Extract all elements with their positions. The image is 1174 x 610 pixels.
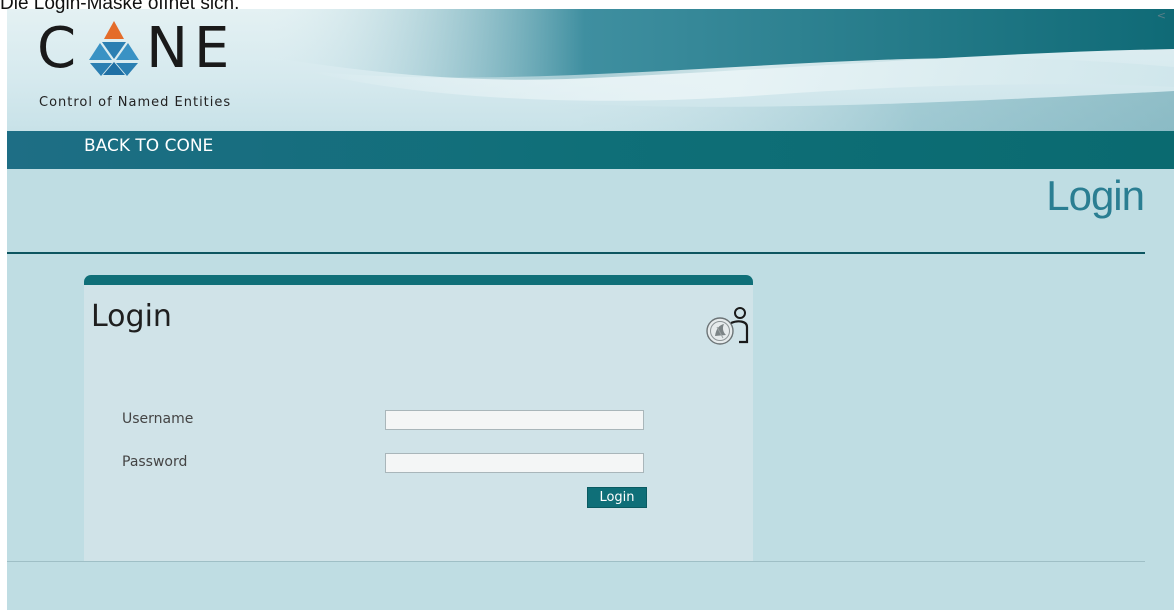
password-label: Password xyxy=(122,454,188,470)
username-input[interactable] xyxy=(385,410,644,430)
cone-login-page: C NE Control of Named Entities < BACK TO… xyxy=(7,9,1174,610)
logo-letter-c: C xyxy=(37,15,83,81)
logo-subtitle: Control of Named Entities xyxy=(39,95,232,110)
cone-gem-icon xyxy=(89,21,140,76)
cone-wordmark: C NE xyxy=(37,16,235,81)
screenshot-caption: Die Login-Maske öffnet sich. xyxy=(0,0,240,14)
password-input[interactable] xyxy=(385,453,644,473)
login-panel-header-bar xyxy=(84,275,753,285)
institution-seal-person-icon xyxy=(706,307,749,345)
cone-logo[interactable]: C NE Control of Named Entities xyxy=(37,16,277,119)
page-title: Login xyxy=(1046,172,1145,219)
username-label: Username xyxy=(122,411,194,427)
back-to-cone-link[interactable]: BACK TO CONE xyxy=(84,136,213,156)
login-panel: Login Username Password Login xyxy=(84,275,753,561)
login-submit-button[interactable]: Login xyxy=(587,487,647,508)
header-banner: C NE Control of Named Entities < xyxy=(7,9,1174,131)
heading-divider xyxy=(7,252,1145,254)
footer-divider xyxy=(7,561,1145,562)
login-panel-title: Login xyxy=(91,299,172,334)
top-navigation-bar: BACK TO CONE xyxy=(7,131,1174,169)
logo-letters-ne: NE xyxy=(146,15,236,81)
corner-arrow-icon[interactable]: < xyxy=(1157,9,1166,22)
